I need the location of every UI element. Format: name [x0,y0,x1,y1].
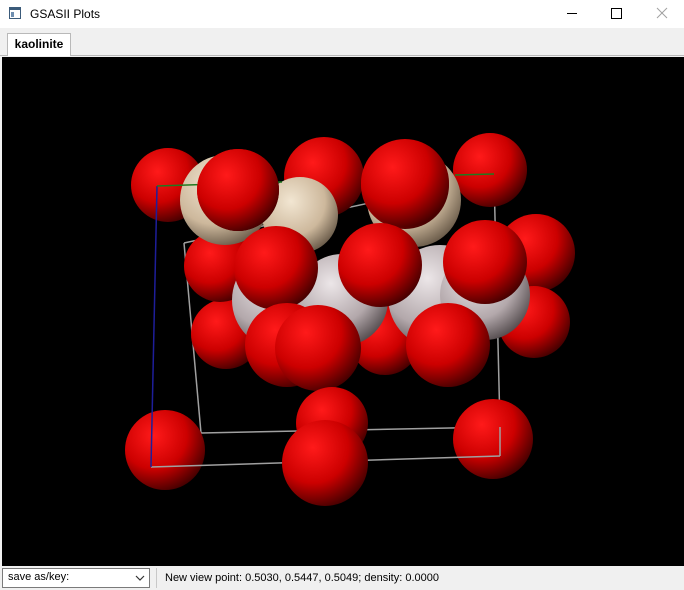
plot-tab-strip: kaolinite [0,28,684,56]
maximize-icon [611,8,622,19]
oxygen-atom [443,220,527,304]
structure-3d-viewport[interactable] [2,57,684,566]
plot-window: GSASII Plots kaolinite save as/key: New … [0,0,684,590]
status-bar: save as/key: New view point: 0.5030, 0.5… [0,566,684,590]
minimize-icon [567,13,577,14]
oxygen-atom [453,133,527,207]
maximize-button[interactable] [593,0,639,28]
save-as-key-label: save as/key: [8,571,70,583]
window-title: GSASII Plots [30,7,101,21]
oxygen-atom [453,399,533,479]
oxygen-atom [275,305,361,391]
oxygen-atom [406,303,490,387]
oxygen-atom [361,139,449,227]
title-bar: GSASII Plots [0,0,684,28]
app-window-icon [9,7,21,19]
oxygen-atom [282,420,368,506]
close-button[interactable] [638,0,684,28]
minimize-button[interactable] [549,0,595,28]
status-separator [156,568,157,588]
oxygen-atom [338,223,422,307]
oxygen-atom [197,149,279,231]
view-point-status: New view point: 0.5030, 0.5447, 0.5049; … [165,572,439,584]
structure-drawing[interactable] [2,57,684,566]
oxygen-atom [125,410,205,490]
tab-kaolinite[interactable]: kaolinite [7,33,71,56]
chevron-down-icon [135,575,145,581]
save-as-key-dropdown[interactable]: save as/key: [2,568,150,588]
close-icon [656,7,668,19]
oxygen-atom [234,226,318,310]
